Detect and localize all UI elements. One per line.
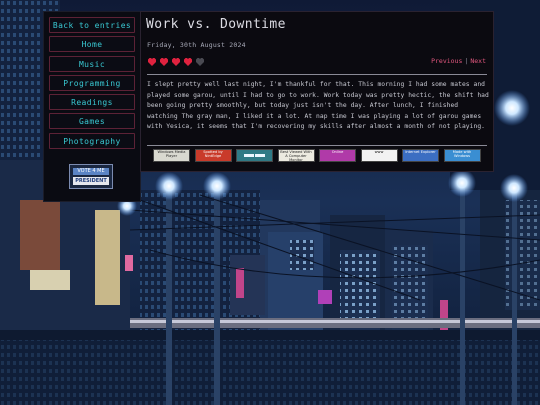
heart-filled-icon [148,58,156,66]
post-body: I slept pretty well last night, I'm than… [147,81,489,131]
divider-top [147,74,487,75]
www-badge[interactable]: www [360,149,398,162]
heart-filled-icon [160,58,168,66]
heart-filled-icon [184,58,192,66]
badge-bottom-text: PRESIDENT [73,177,109,185]
post-date: Friday, 30th August 2024 [147,41,246,49]
nintendo-badge[interactable]: Spotted by NintEdge [194,149,232,162]
rating-hearts [147,57,207,67]
post-navigation: Previous | Next [431,57,486,65]
badge-row: Windows Media Player Spotted by NintEdge … [153,149,485,165]
previous-link[interactable]: Previous [431,57,462,65]
windows-media-player-badge[interactable]: Windows Media Player [153,149,190,162]
eyes-badge[interactable] [236,149,273,162]
nav-list: Back to entries Home Music Programming R… [49,17,135,152]
nav-music[interactable]: Music [49,55,135,72]
internet-explorer-badge[interactable]: Internet Explorer [402,149,439,162]
nav-back-to-entries[interactable]: Back to entries [49,17,135,33]
windows-badge[interactable]: Made with Windows [443,149,481,162]
divider-bottom [147,145,487,146]
nav-programming[interactable]: Programming [49,74,135,91]
heart-empty-icon [196,58,204,66]
heart-filled-icon [172,58,180,66]
nav-photography[interactable]: Photography [49,132,135,149]
badge-top-text: VOTE 4 ME [73,168,109,175]
nav-home[interactable]: Home [49,36,135,53]
post-title: Work vs. Downtime [146,17,286,32]
post-card: Work vs. Downtime Friday, 30th August 20… [140,11,494,172]
president-badge[interactable]: VOTE 4 ME PRESIDENT [69,164,113,189]
nav-games[interactable]: Games [49,113,135,130]
nav-panel: Back to entries Home Music Programming R… [43,11,141,202]
online-badge[interactable]: Online [319,149,356,162]
nav-readings[interactable]: Readings [49,94,135,111]
computer-monitor-badge[interactable]: Best Viewed With A Computer Monitor [277,149,315,162]
next-link[interactable]: Next [470,57,486,65]
nav-separator: | [464,57,469,65]
